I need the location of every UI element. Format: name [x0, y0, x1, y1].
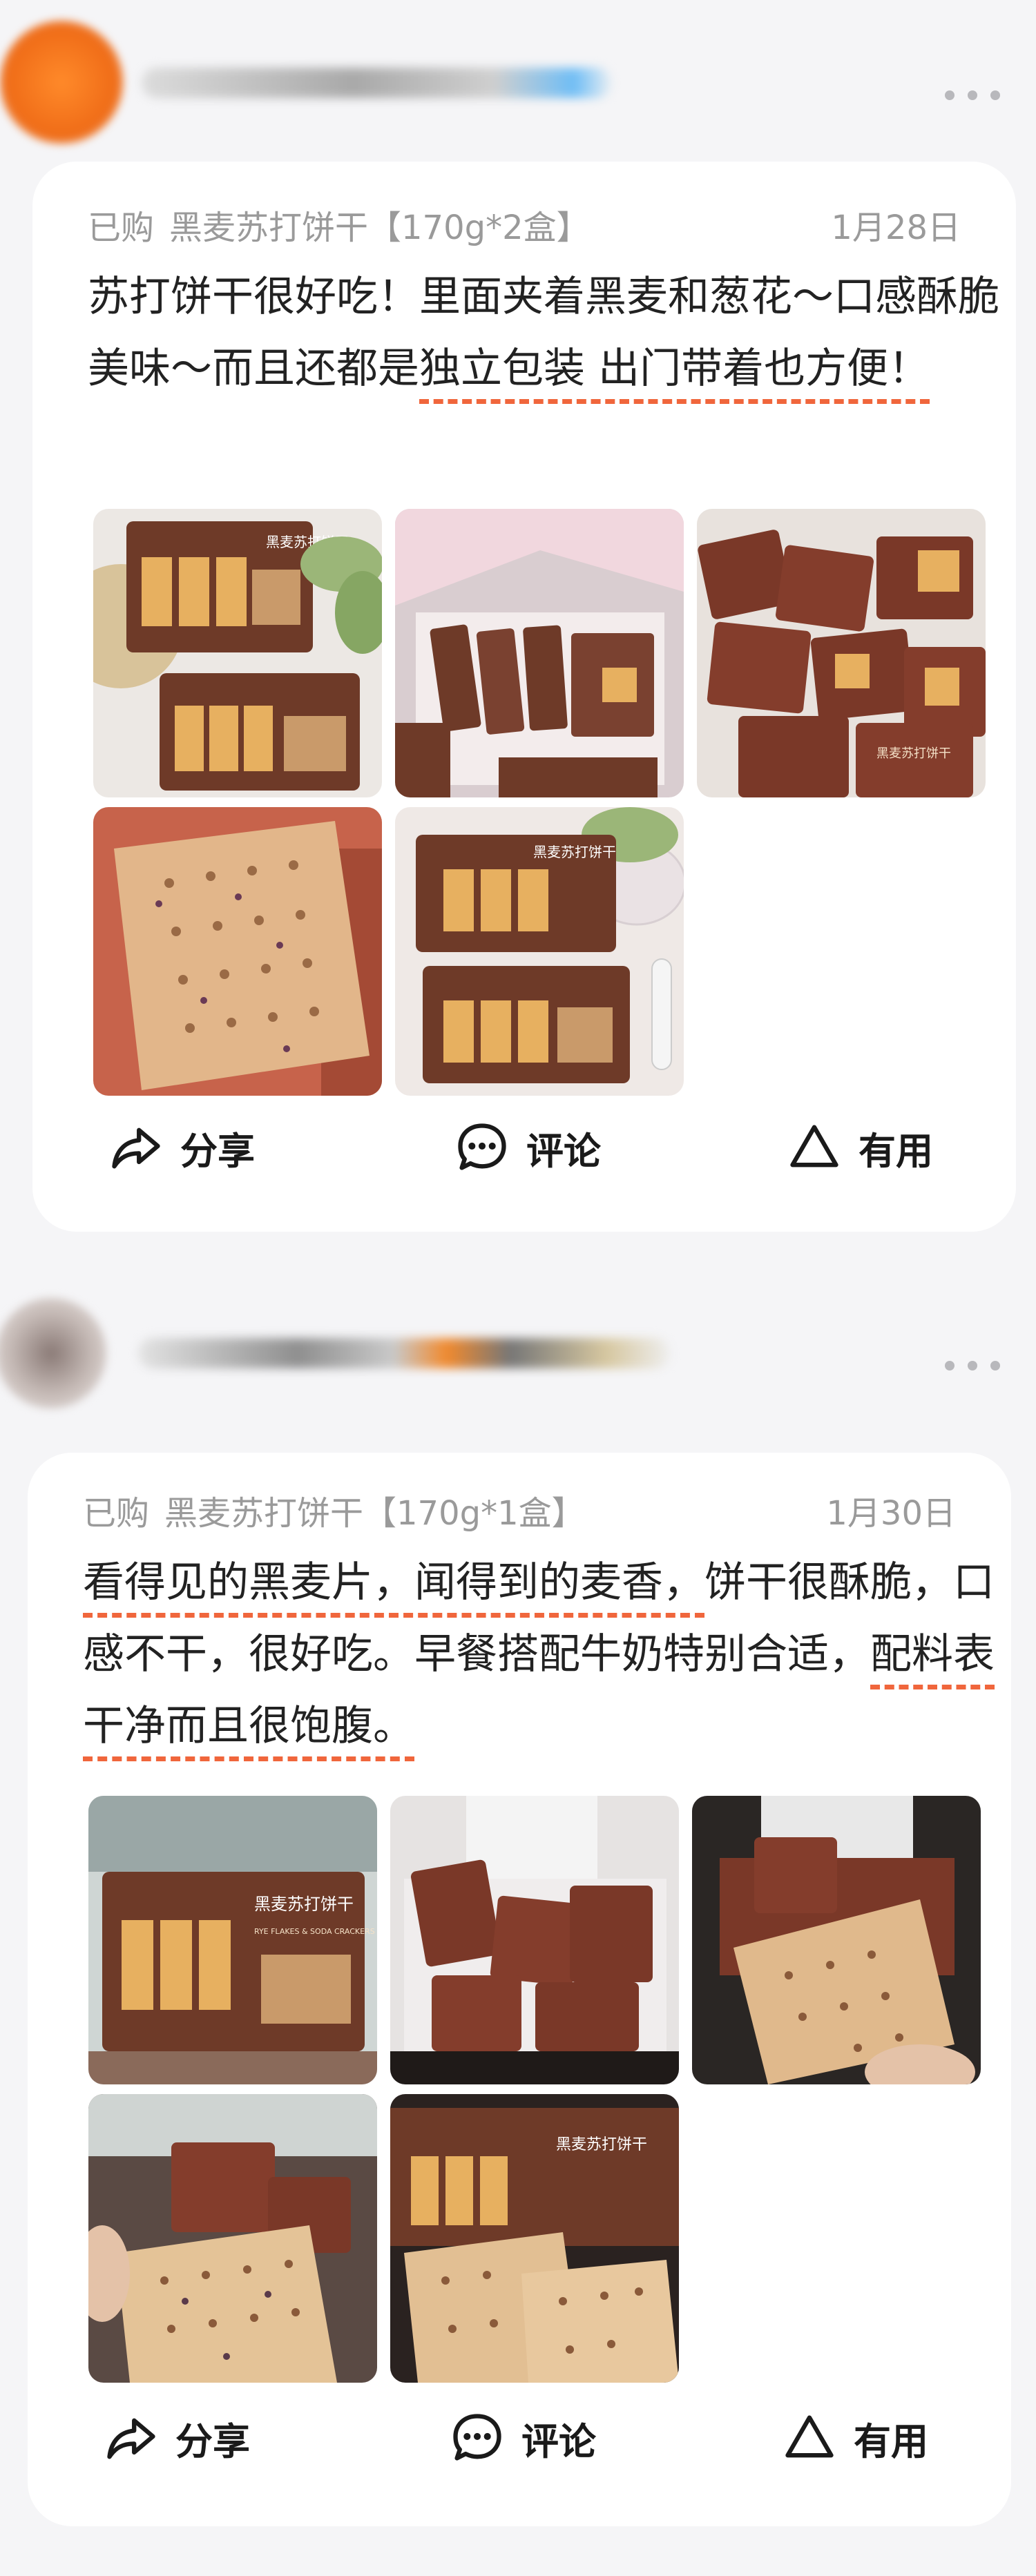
avatar[interactable] — [0, 1298, 106, 1408]
share-icon — [112, 1127, 160, 1169]
review-photo[interactable] — [395, 509, 684, 797]
comment-button[interactable]: 评论 — [453, 1110, 601, 1185]
useful-label: 有用 — [858, 1129, 933, 1173]
review-photo[interactable] — [93, 807, 382, 1096]
purchase-meta: 已购 黑麦苏打饼干【170g*1盒】 1月30日 — [83, 1486, 956, 1533]
purchase-label: 已购 — [83, 1494, 150, 1533]
comment-button[interactable]: 评论 — [448, 2400, 596, 2476]
pack-label: 黑麦苏打饼干 — [876, 746, 951, 761]
avatar[interactable] — [0, 21, 123, 144]
review-actions: 分享 评论 有用 — [28, 2400, 1011, 2476]
review-text: 看得见的黑麦片，闻得到的麦香，饼干很酥脆，口感不干，很好吃。早餐搭配牛奶特别合适… — [83, 1547, 1001, 1762]
review-1: 已购 黑麦苏打饼干【170g*2盒】 1月28日 苏打饼干很好吃！里面夹着黑麦和葱… — [0, 0, 1036, 1243]
share-button[interactable]: 分享 — [107, 1110, 255, 1185]
review-photo[interactable] — [692, 1796, 981, 2084]
share-icon — [107, 2418, 155, 2459]
product-name[interactable]: 黑麦苏打饼干【170g*1盒】 — [164, 1494, 585, 1533]
purchase-label: 已购 — [88, 209, 155, 247]
triangle-icon — [790, 1125, 838, 1168]
review-card: 已购 黑麦苏打饼干【170g*1盒】 1月30日 看得见的黑麦片，闻得到的麦香，饼… — [28, 1453, 1011, 2526]
triangle-icon — [785, 2415, 834, 2458]
useful-button[interactable]: 有用 — [780, 2400, 928, 2476]
username[interactable] — [142, 68, 611, 98]
username[interactable] — [138, 1338, 670, 1368]
review-date: 1月30日 — [826, 1494, 956, 1533]
more-dots-icon[interactable] — [945, 1352, 1000, 1379]
review-photo[interactable]: 黑麦苏打饼干 RYE FLAKES & SODA CRACKERS — [88, 1796, 377, 2084]
useful-button[interactable]: 有用 — [785, 1110, 933, 1185]
useful-label: 有用 — [854, 2419, 928, 2463]
product-name[interactable]: 黑麦苏打饼干【170g*2盒】 — [169, 209, 590, 247]
review-date: 1月28日 — [831, 209, 961, 247]
review-2: 已购 黑麦苏打饼干【170g*1盒】 1月30日 看得见的黑麦片，闻得到的麦香，饼… — [0, 1270, 1036, 2568]
box-sublabel: RYE FLAKES & SODA CRACKERS — [254, 1927, 375, 1936]
review-text-highlight[interactable]: 独立包装 出门带着也方便！ — [419, 345, 930, 393]
review-photo[interactable] — [390, 1796, 679, 2084]
purchase-info: 已购 黑麦苏打饼干【170g*1盒】 — [83, 1486, 585, 1534]
review-card: 已购 黑麦苏打饼干【170g*2盒】 1月28日 苏打饼干很好吃！里面夹着黑麦和葱… — [32, 162, 1016, 1232]
review-user-row — [0, 1298, 1036, 1408]
share-label: 分享 — [180, 1129, 255, 1173]
box-label: 黑麦苏打饼干 — [533, 844, 616, 860]
photo-grid: 黑麦苏打饼干 黑麦苏打饼干 黑麦苏打饼干 — [93, 509, 998, 1096]
review-actions: 分享 评论 有用 — [32, 1110, 1016, 1185]
photo-grid: 黑麦苏打饼干 RYE FLAKES & SODA CRACKERS 黑麦苏打饼干 — [88, 1796, 993, 2383]
box-label: 黑麦苏打饼干 — [254, 1895, 354, 1914]
comment-label: 评论 — [521, 2419, 596, 2463]
review-photo[interactable] — [88, 2094, 377, 2383]
box-label: 黑麦苏打饼干 — [556, 2136, 647, 2153]
comment-icon — [453, 2414, 501, 2461]
comment-label: 评论 — [526, 1129, 601, 1173]
more-dots-icon[interactable] — [945, 81, 1000, 109]
review-text-highlight[interactable]: 看得见的黑麦片，闻得到的麦香， — [83, 1558, 704, 1607]
purchase-info: 已购 黑麦苏打饼干【170g*2盒】 — [88, 200, 590, 249]
review-user-row — [0, 21, 1036, 144]
review-photo[interactable]: 黑麦苏打饼干 — [395, 807, 684, 1096]
share-label: 分享 — [175, 2419, 250, 2463]
review-photo[interactable]: 黑麦苏打饼干 — [697, 509, 986, 797]
share-button[interactable]: 分享 — [102, 2400, 250, 2476]
review-text: 苏打饼干很好吃！里面夹着黑麦和葱花～口感酥脆美味～而且还都是独立包装 出门带着也… — [88, 261, 1006, 405]
purchase-meta: 已购 黑麦苏打饼干【170g*2盒】 1月28日 — [88, 200, 961, 247]
comment-icon — [458, 1123, 506, 1170]
review-photo[interactable]: 黑麦苏打饼干 — [93, 509, 382, 797]
review-photo[interactable]: 黑麦苏打饼干 — [390, 2094, 679, 2383]
